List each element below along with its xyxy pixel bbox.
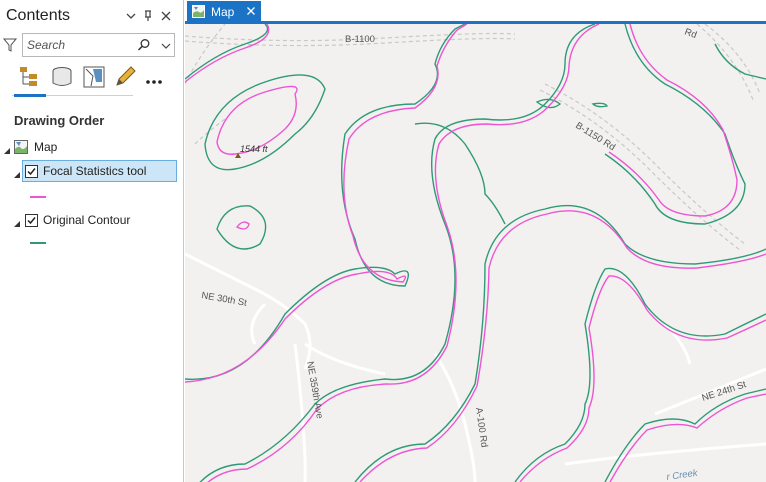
pin-icon[interactable] [141, 8, 155, 24]
smoothed-line [185, 24, 468, 383]
focal-statistics-symbol-swatch[interactable] [30, 196, 46, 198]
active-view-indicator [14, 94, 46, 97]
road-b1150-a [544, 83, 746, 245]
close-icon[interactable] [159, 8, 173, 24]
road-ne30 [185, 252, 312, 370]
map-view: Map 1544 ft B-1100 B-1150 Rd NE 30th St … [185, 0, 766, 482]
layer-visibility-checkbox[interactable] [25, 214, 38, 227]
contour-line [199, 24, 596, 482]
road-creek [564, 442, 766, 466]
original-contour-symbol-swatch[interactable] [30, 242, 46, 244]
contour-line [591, 102, 609, 108]
section-title: Drawing Order [14, 113, 105, 128]
map-icon [192, 5, 205, 18]
collapse-arrow-icon[interactable] [13, 217, 21, 227]
layer-label: Focal Statistics tool [43, 164, 147, 178]
dashed-roads-layer [185, 24, 761, 251]
tree-item-focal-statistics-layer[interactable]: Focal Statistics tool [0, 160, 184, 182]
contents-header: Contents [0, 0, 184, 32]
search-options-chevron-icon[interactable] [160, 39, 172, 51]
smoothed-line [519, 275, 766, 482]
contour-line [204, 74, 326, 171]
tree-item-original-contour-layer[interactable]: Original Contour [0, 209, 184, 231]
road-label-a100: A-100 Rd [473, 407, 489, 448]
elevation-label: 1544 ft [240, 144, 268, 154]
contour-line [414, 122, 506, 225]
smoothed-line [608, 24, 738, 217]
tab-map[interactable]: Map [187, 1, 261, 22]
road-label-ne30: NE 30th St [200, 290, 248, 309]
smoothed-line [185, 24, 270, 83]
contour-line [354, 204, 766, 482]
contour-line [216, 205, 267, 250]
list-by-drawing-order-icon[interactable] [18, 64, 44, 90]
smoothed-line [359, 210, 766, 482]
list-by-editing-icon[interactable] [112, 64, 138, 90]
filter-row [0, 33, 184, 59]
layer-label: Original Contour [43, 213, 131, 227]
layer-visibility-checkbox[interactable] [25, 165, 38, 178]
chevron-down-icon[interactable] [124, 8, 138, 24]
list-by-selection-icon[interactable] [81, 64, 107, 90]
road-label-b1100: B-1100 [345, 34, 375, 45]
more-options-icon[interactable] [143, 64, 169, 90]
road-label-top-right: Rd [683, 26, 698, 40]
map-icon [14, 140, 28, 154]
contents-view-toolbar [12, 62, 182, 100]
map-canvas[interactable]: 1544 ft B-1100 B-1150 Rd NE 30th St NE 3… [185, 24, 766, 482]
road-b1150-b [539, 89, 741, 251]
contour-line [185, 24, 269, 80]
tree-item-map[interactable]: Map [0, 137, 184, 159]
road-label-ne359: NE 359th Ave [304, 361, 325, 420]
smoothed-line [235, 221, 250, 230]
road-top-right-a [704, 24, 761, 95]
close-icon[interactable] [245, 4, 257, 18]
road-top-right-b [696, 24, 754, 101]
filter-icon[interactable] [2, 37, 18, 53]
list-by-data-source-icon[interactable] [49, 64, 75, 90]
map-label: Map [34, 140, 58, 154]
collapse-arrow-icon[interactable] [3, 144, 11, 154]
road-a100 [433, 353, 477, 482]
search-input[interactable] [27, 37, 127, 53]
contents-pane: Contents Search Drawing Order Map Focal … [0, 0, 184, 482]
collapse-arrow-icon[interactable] [13, 168, 21, 178]
map-drawing: 1544 ft B-1100 B-1150 Rd NE 30th St NE 3… [185, 24, 766, 482]
tab-label: Map [211, 5, 235, 19]
search-box [22, 33, 175, 57]
contents-title: Contents [6, 7, 71, 24]
search-icon[interactable] [137, 38, 151, 52]
road-minor [250, 302, 267, 345]
road-ne359 [293, 343, 307, 482]
creek-label: r Creek [666, 468, 700, 482]
view-tab-strip: Map [185, 0, 766, 24]
smoothed-line [207, 24, 600, 482]
contour-line [185, 24, 466, 381]
